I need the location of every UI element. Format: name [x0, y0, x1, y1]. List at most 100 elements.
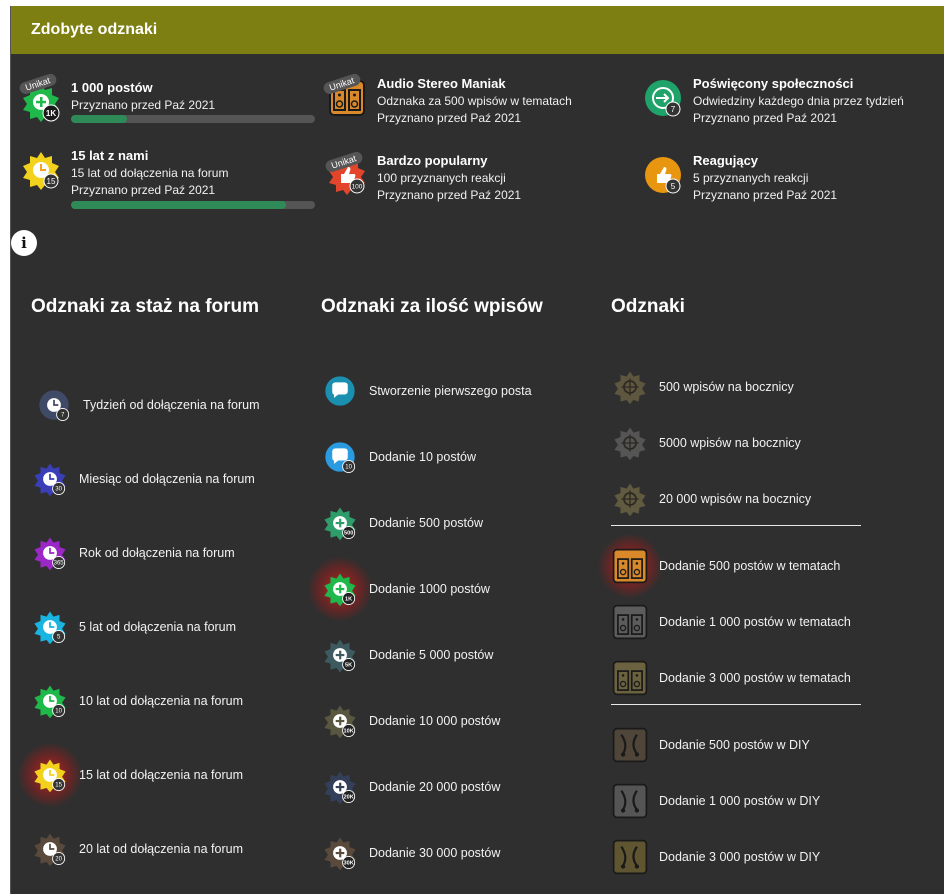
clock-badge-icon: 20: [34, 833, 66, 867]
other-badge-row[interactable]: Dodanie 1 000 postów w tematach: [611, 603, 911, 643]
other-badge-row[interactable]: 20 000 wpisów na bocznicy: [611, 480, 911, 520]
earned-badge-1000-posts[interactable]: 1K 1 000 postów Przyznano przed Paź 2021: [19, 80, 319, 140]
post-count-badge-row[interactable]: 20K Dodanie 20 000 postów: [321, 768, 581, 808]
seniority-badge-row[interactable]: 365 Rok od dołączenia na forum: [31, 534, 291, 574]
badge-label: Dodanie 500 postów: [369, 516, 483, 530]
earned-badge-title: Bardzo popularny: [377, 153, 488, 168]
plus-badge-icon: 500: [324, 507, 356, 541]
post-count-badge-row[interactable]: 10K Dodanie 10 000 postów: [321, 702, 581, 742]
cable-badge-icon: [612, 839, 648, 875]
earned-badge-date: Przyznano przed Paź 2021: [71, 183, 216, 197]
sign-in-badge-icon: 7: [645, 80, 681, 117]
other-badge-row[interactable]: Dodanie 1 000 postów w DIY: [611, 782, 911, 822]
post-count-badge-row[interactable]: Stworzenie pierwszego posta: [321, 372, 581, 412]
seniority-badge-row[interactable]: 5 5 lat od dołączenia na forum: [31, 608, 291, 648]
sidetrack-gear-badge-icon: [614, 483, 646, 517]
badge-label: Dodanie 1 000 postów w tematach: [659, 615, 851, 629]
chat-badge-icon: 10: [325, 442, 356, 473]
seniority-badge-row[interactable]: 30 Miesiąc od dołączenia na forum: [31, 460, 291, 500]
badge-label: Dodanie 10 000 postów: [369, 714, 501, 728]
post-count-badge-row[interactable]: 500 Dodanie 500 postów: [321, 504, 581, 544]
clock-star-badge-icon: 15: [23, 152, 59, 190]
clock-badge-icon: 365: [34, 537, 66, 571]
other-badges-title: Odznaki: [611, 296, 685, 317]
earned-badge-date: Przyznano przed Paź 2021: [693, 111, 838, 125]
panel-title: Zdobyte odznaki: [31, 21, 158, 38]
cable-badge-icon: [612, 727, 648, 763]
svg-text:500: 500: [344, 531, 353, 537]
badge-label: Dodanie 500 postów w DIY: [659, 738, 810, 752]
info-icon[interactable]: i: [11, 230, 37, 256]
post-count-badge-row[interactable]: 30K Dodanie 30 000 postów: [321, 834, 581, 874]
clock-badge-icon: 10: [34, 685, 66, 719]
badge-label: Dodanie 10 postów: [369, 450, 477, 464]
svg-text:5: 5: [671, 182, 676, 191]
earned-badge-dedicated[interactable]: 7 Poświęcony społeczności Odwiedziny każ…: [641, 76, 941, 136]
svg-text:30: 30: [55, 487, 62, 493]
svg-text:15: 15: [47, 177, 56, 186]
thumbs-up-badge-icon: 5: [645, 157, 681, 194]
progress-bar: [71, 201, 315, 209]
badge-label: Tydzień od dołączenia na forum: [83, 398, 260, 412]
divider: [611, 704, 861, 705]
seniority-badge-row[interactable]: 20 20 lat od dołączenia na forum: [31, 830, 291, 870]
plus-badge-icon: 30K: [324, 837, 356, 871]
divider: [611, 525, 861, 526]
badge-label: Dodanie 3 000 postów w DIY: [659, 850, 821, 864]
progress-fill: [71, 115, 128, 123]
clock-badge-icon: 15: [34, 759, 66, 793]
earned-badge-date: Przyznano przed Paź 2021: [71, 98, 216, 112]
svg-text:1K: 1K: [345, 597, 352, 603]
speaker-badge-icon: [612, 660, 648, 696]
post-count-badge-row[interactable]: 1K Dodanie 1000 postów: [307, 556, 581, 622]
svg-text:7: 7: [671, 105, 676, 114]
earned-badge-title: Poświęcony społeczności: [693, 76, 854, 91]
chat-badge-icon: [325, 376, 355, 406]
earned-badge-audio-stereo[interactable]: Audio Stereo Maniak Odznaka za 500 wpisó…: [325, 76, 625, 136]
other-badge-row[interactable]: Dodanie 500 postów w tematach: [597, 533, 911, 599]
badge-label: Rok od dołączenia na forum: [79, 546, 235, 560]
svg-text:365: 365: [54, 561, 65, 567]
clock-badge-icon: 30: [34, 463, 66, 497]
earned-badge-description: 5 przyznanych reakcji: [693, 171, 809, 185]
other-badge-row[interactable]: 5000 wpisów na bocznicy: [611, 424, 911, 464]
speaker-badge-icon: [612, 604, 648, 640]
other-badge-row[interactable]: Dodanie 500 postów w DIY: [611, 726, 911, 766]
earned-badge-description: 100 przyznanych reakcji: [377, 171, 506, 185]
badge-label: 20 lat od dołączenia na forum: [79, 842, 243, 856]
badge-label: Dodanie 5 000 postów: [369, 648, 494, 662]
progress-bar: [71, 115, 315, 123]
badge-label: Stworzenie pierwszego posta: [369, 384, 532, 398]
earned-badge-date: Przyznano przed Paź 2021: [377, 111, 522, 125]
panel-header: Zdobyte odznaki: [11, 6, 944, 54]
clock-badge-icon: 7: [39, 390, 70, 421]
clock-badge-icon: 5: [34, 611, 66, 645]
svg-text:30K: 30K: [343, 861, 353, 867]
plus-badge-icon: 10K: [324, 705, 356, 739]
seniority-badge-row[interactable]: 15 15 lat od dołączenia na forum: [17, 742, 291, 808]
seniority-badge-row[interactable]: 7 Tydzień od dołączenia na forum: [35, 386, 295, 426]
plus-badge-icon: 20K: [324, 771, 356, 805]
earned-badge-15-years[interactable]: 15 15 lat z nami 15 lat od dołączenia na…: [19, 148, 319, 209]
post-count-badge-row[interactable]: 10 Dodanie 10 postów: [321, 438, 581, 478]
post-count-badge-row[interactable]: 5K Dodanie 5 000 postów: [321, 636, 581, 676]
speaker-badge-icon: [612, 548, 648, 584]
earned-badge-very-popular[interactable]: 100 Bardzo popularny 100 przyznanych rea…: [325, 153, 625, 213]
badge-label: 500 wpisów na bocznicy: [659, 380, 794, 394]
badge-label: 10 lat od dołączenia na forum: [79, 694, 243, 708]
other-badge-row[interactable]: Dodanie 3 000 postów w DIY: [611, 838, 911, 878]
svg-text:100: 100: [352, 184, 363, 191]
earned-badge-title: Reagujący: [693, 153, 759, 168]
badge-label: Dodanie 1000 postów: [369, 582, 490, 596]
earned-badge-reacting[interactable]: 5 Reagujący 5 przyznanych reakcji Przyzn…: [641, 153, 941, 213]
seniority-badge-row[interactable]: 10 10 lat od dołączenia na forum: [31, 682, 291, 722]
badge-label: 15 lat od dołączenia na forum: [79, 768, 243, 782]
other-badge-row[interactable]: 500 wpisów na bocznicy: [611, 368, 911, 408]
seniority-badges-title: Odznaki za staż na forum: [31, 296, 260, 317]
svg-text:1K: 1K: [46, 109, 56, 118]
earned-badges-panel: Zdobyte odznaki 1K 1 000 postów Przyznan…: [10, 6, 944, 894]
badge-label: Dodanie 30 000 postów: [369, 846, 501, 860]
other-badge-row[interactable]: Dodanie 3 000 postów w tematach: [611, 659, 911, 699]
sidetrack-gear-badge-icon: [614, 371, 646, 405]
badge-label: 20 000 wpisów na bocznicy: [659, 492, 812, 506]
